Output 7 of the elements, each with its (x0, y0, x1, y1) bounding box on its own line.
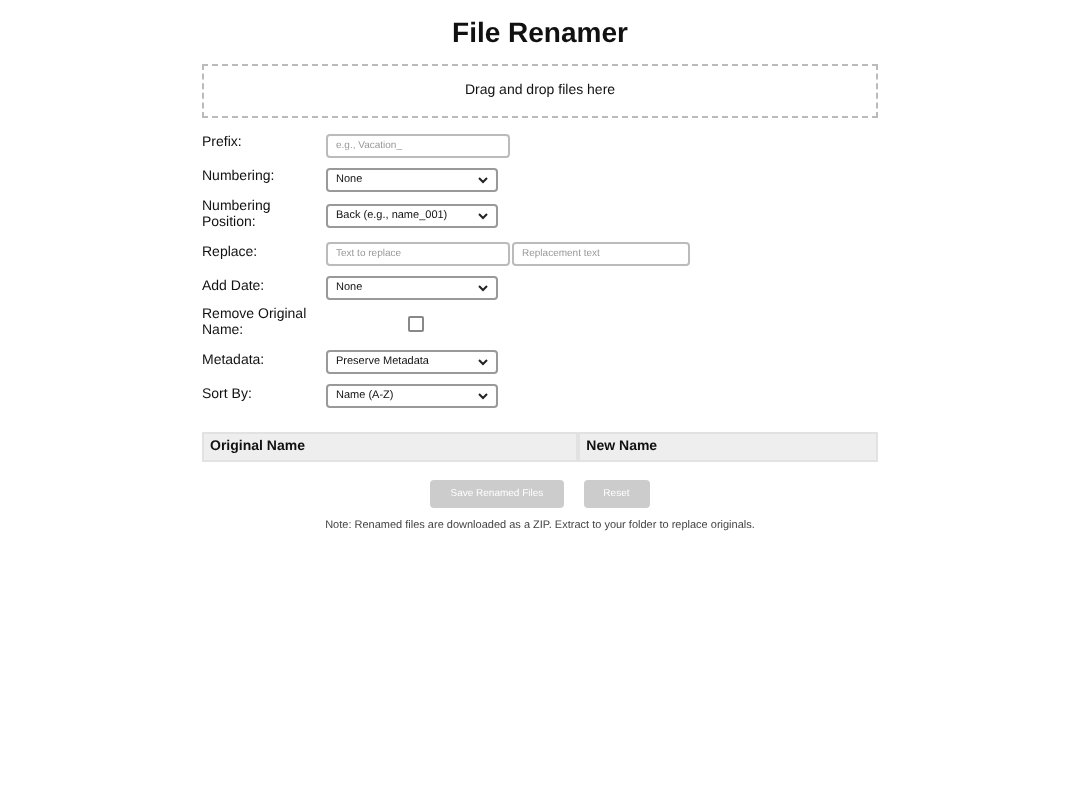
chevron-down-icon (478, 391, 488, 400)
chevron-down-icon (478, 175, 488, 183)
chevron-down-icon (478, 212, 488, 221)
chevron-down-icon (478, 283, 488, 292)
checkbox[interactable] (408, 316, 424, 333)
chevron-down-icon (478, 357, 488, 366)
page-title: File Renamer (450, 16, 630, 48)
